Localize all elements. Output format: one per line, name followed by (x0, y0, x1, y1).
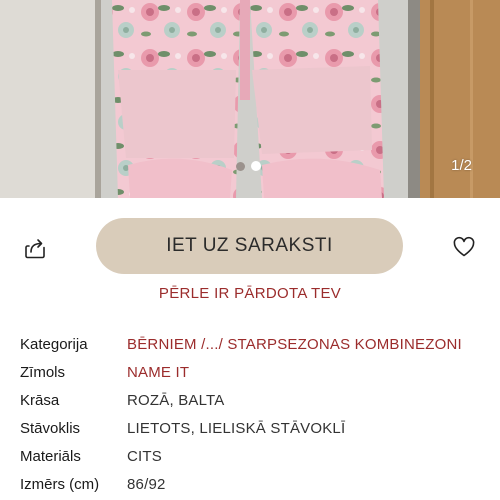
action-row: IET UZ SARAKSTI (0, 218, 500, 276)
detail-row-brand: Zīmols NAME IT (20, 358, 490, 386)
share-icon[interactable] (22, 235, 48, 261)
detail-label: Stāvoklis (20, 419, 81, 437)
detail-row-condition: Stāvoklis LIETOTS, LIELISKĀ STĀVOKLĪ (20, 414, 490, 442)
detail-row-material: Materiāls CITS (20, 442, 490, 470)
gallery-dot-active[interactable] (251, 161, 261, 171)
sold-status-text: PĒRLE IR PĀRDOTA TEV (158, 285, 342, 302)
detail-label: Krāsa (20, 391, 60, 409)
detail-label: Materiāls (20, 447, 81, 465)
gallery-pagination[interactable] (236, 161, 261, 171)
detail-row-size: Izmērs (cm) 86/92 (20, 470, 490, 498)
product-details: Kategorija BĒRNIEM /.../ STARPSEZONAS KO… (20, 330, 490, 498)
gallery-dot[interactable] (236, 161, 245, 171)
detail-value: CITS (127, 447, 162, 465)
product-photo[interactable]: 1/2 (0, 0, 500, 198)
detail-value: 86/92 (127, 475, 166, 493)
go-to-list-button[interactable]: IET UZ SARAKSTI (96, 218, 403, 274)
category-link[interactable]: BĒRNIEM /.../ STARPSEZONAS KOMBINEZONI (127, 336, 462, 353)
detail-value: ROZĀ, BALTA (127, 391, 225, 409)
detail-label: Izmērs (cm) (20, 475, 100, 493)
detail-row-color: Krāsa ROZĀ, BALTA (20, 386, 490, 414)
gallery-counter: 1/2 (451, 157, 472, 174)
detail-label: Kategorija (20, 335, 88, 353)
detail-row-category: Kategorija BĒRNIEM /.../ STARPSEZONAS KO… (20, 330, 490, 358)
heart-icon[interactable] (452, 235, 476, 259)
detail-value: LIETOTS, LIELISKĀ STĀVOKLĪ (127, 419, 346, 437)
detail-label: Zīmols (20, 363, 65, 381)
brand-link[interactable]: NAME IT (127, 364, 189, 381)
